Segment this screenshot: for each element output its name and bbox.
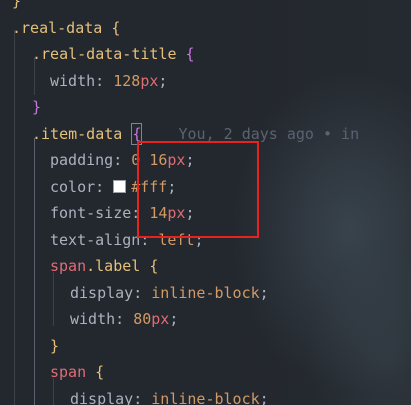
annotation-highlight-box xyxy=(137,141,259,238)
code-line: display: inline-block; xyxy=(70,386,269,405)
code-token: : xyxy=(115,310,134,328)
code-line: span.label { xyxy=(50,253,158,280)
code-token: : xyxy=(133,389,152,405)
code-token: padding xyxy=(50,151,114,169)
code-line: } xyxy=(50,333,59,360)
code-token: .label xyxy=(86,257,141,275)
code-token: { xyxy=(95,363,105,381)
code-token: display xyxy=(70,389,134,405)
code-token: px xyxy=(140,71,159,90)
code-token: .real-data xyxy=(12,18,103,37)
code-token: 80 xyxy=(133,310,152,328)
code-token: span xyxy=(50,363,87,381)
code-token: { xyxy=(111,18,121,37)
code-token: ; xyxy=(169,310,179,328)
code-line: width: 128px; xyxy=(50,68,167,95)
code-token: color xyxy=(50,177,96,196)
code-line: .real-data-title { xyxy=(32,41,195,68)
code-token: text-align xyxy=(50,230,141,249)
code-line: width: 80px; xyxy=(70,306,178,333)
code-token: : xyxy=(95,71,114,90)
indent-guide xyxy=(14,30,15,405)
indent-guide xyxy=(53,272,54,326)
code-line: } xyxy=(32,94,41,121)
code-token: 128 xyxy=(113,71,141,90)
code-line: span { xyxy=(50,359,104,386)
code-token: } xyxy=(32,98,42,116)
code-token: inline-block xyxy=(151,283,260,302)
code-token: { xyxy=(185,45,195,63)
code-token: font-size xyxy=(50,204,132,222)
code-token: : xyxy=(95,177,114,196)
code-editor[interactable]: } .real-data {.real-data-title {width: 12… xyxy=(0,0,411,405)
code-token: .real-data-title xyxy=(32,45,177,63)
code-token: width xyxy=(70,310,116,328)
code-token: : xyxy=(113,151,132,169)
code-token: span xyxy=(50,257,87,275)
code-line: } xyxy=(12,0,21,15)
git-blame-annotation: You, 2 days ago • in xyxy=(142,124,360,143)
code-token: } xyxy=(12,0,22,10)
code-line: display: inline-block; xyxy=(70,280,269,307)
code-line: .real-data { xyxy=(12,15,120,42)
code-token: .item-data xyxy=(32,124,123,143)
code-token: ; xyxy=(158,71,168,90)
code-token: inline-block xyxy=(151,389,260,405)
indent-guide xyxy=(34,138,35,405)
code-token: } xyxy=(50,336,60,355)
code-token: display xyxy=(70,283,134,302)
code-token: : xyxy=(133,283,152,302)
code-token: ; xyxy=(259,389,269,405)
code-token: width xyxy=(50,71,96,90)
code-token: ; xyxy=(259,283,269,302)
code-token: px xyxy=(151,310,170,328)
color-swatch-icon[interactable] xyxy=(113,179,127,193)
code-token: { xyxy=(149,257,159,275)
